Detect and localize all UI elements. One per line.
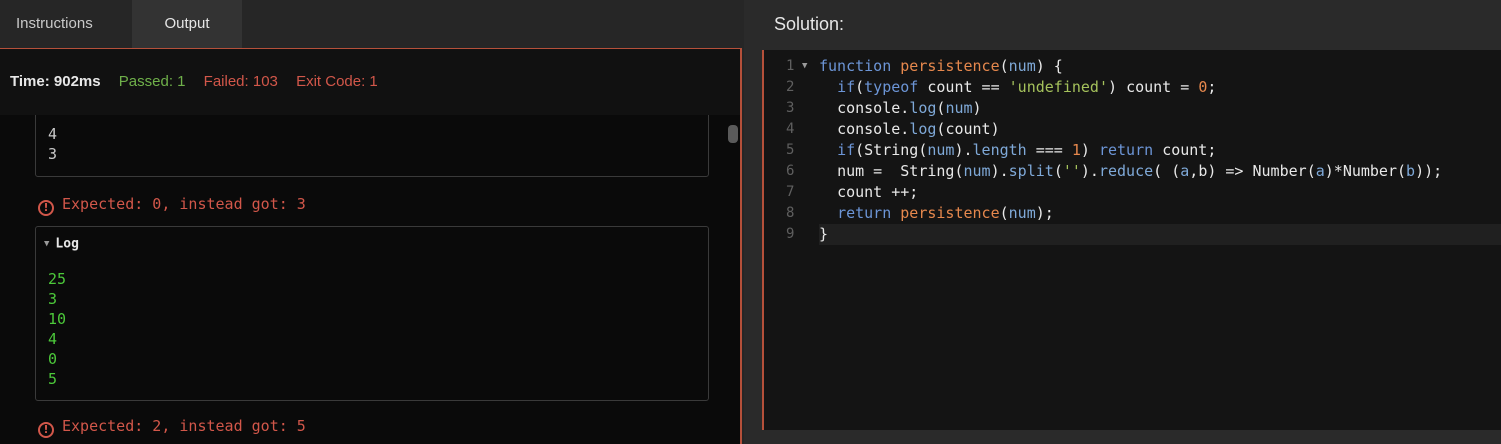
log-header[interactable]: ▼ Log [36, 227, 708, 261]
log-line: 5 [48, 370, 58, 388]
log-line: 4 [48, 125, 58, 143]
log-line: 10 [48, 310, 67, 328]
code-line[interactable]: if(typeof count == 'undefined') count = … [819, 77, 1501, 98]
line-number: 4 [786, 121, 795, 137]
triangle-down-icon[interactable]: ▼ [802, 56, 807, 77]
line-number-gutter: 1 ▼ 2 3 4 5 6 7 8 9 [764, 56, 818, 245]
solution-title: Solution: [774, 14, 845, 34]
code-line[interactable]: function persistence(num) { [819, 56, 1501, 77]
test-stats-bar: Time: 902ms Passed: 1 Failed: 103 Exit C… [0, 49, 740, 115]
log-output-box: 4 3 [35, 115, 709, 177]
line-number: 3 [786, 100, 795, 116]
time-stat: Time: 902ms [10, 73, 101, 90]
triangle-down-icon: ▼ [44, 239, 50, 249]
test-error-message: ! Expected: 0, instead got: 3 [38, 193, 306, 216]
code-lines[interactable]: function persistence(num) { if(typeof co… [819, 56, 1501, 245]
bottom-bar [744, 430, 1501, 444]
solution-pane: Solution: 1 ▼ 2 3 4 5 6 7 8 9 function pe… [744, 0, 1501, 444]
tab-bar: Instructions Output [0, 0, 744, 48]
line-number: 8 [786, 205, 795, 221]
tab-output[interactable]: Output [132, 0, 242, 48]
line-number: 7 [786, 184, 795, 200]
output-panel: Time: 902ms Passed: 1 Failed: 103 Exit C… [0, 48, 742, 444]
line-number: 2 [786, 79, 795, 95]
scrollbar-thumb[interactable] [728, 125, 738, 143]
line-number: 9 [786, 226, 795, 242]
log-line: 3 [48, 290, 58, 308]
line-number: 1 ▼ [764, 56, 818, 77]
code-line[interactable]: if(String(num).length === 1) return coun… [819, 140, 1501, 161]
log-line: 0 [48, 350, 58, 368]
log-line: 3 [48, 145, 58, 163]
output-pane: Instructions Output Time: 902ms Passed: … [0, 0, 744, 444]
tab-instructions[interactable]: Instructions [0, 0, 132, 48]
failed-stat: Failed: 103 [203, 73, 278, 90]
code-editor[interactable]: 1 ▼ 2 3 4 5 6 7 8 9 function persistence(… [762, 50, 1501, 430]
code-line[interactable]: return persistence(num); [819, 203, 1501, 224]
code-line[interactable]: console.log(num) [819, 98, 1501, 119]
log-line: 4 [48, 330, 58, 348]
line-number: 6 [786, 163, 795, 179]
exit-code-stat: Exit Code: 1 [296, 73, 378, 90]
log-output-box: ▼ Log 25 3 10 4 0 5 [35, 226, 709, 401]
code-line[interactable]: } [819, 224, 1501, 245]
exclamation-circle-icon: ! [38, 422, 54, 438]
line-number: 5 [786, 142, 795, 158]
code-line[interactable]: num = String(num).split('').reduce( (a,b… [819, 161, 1501, 182]
code-line[interactable]: count ++; [819, 182, 1501, 203]
results-list[interactable]: 4 3 ! Expected: 0, instead got: 3 ▼ Log 25… [0, 115, 740, 444]
log-line: 25 [48, 270, 67, 288]
exclamation-circle-icon: ! [38, 200, 54, 216]
test-error-message: ! Expected: 2, instead got: 5 [38, 415, 306, 438]
code-line[interactable]: console.log(count) [819, 119, 1501, 140]
passed-stat: Passed: 1 [118, 73, 186, 90]
